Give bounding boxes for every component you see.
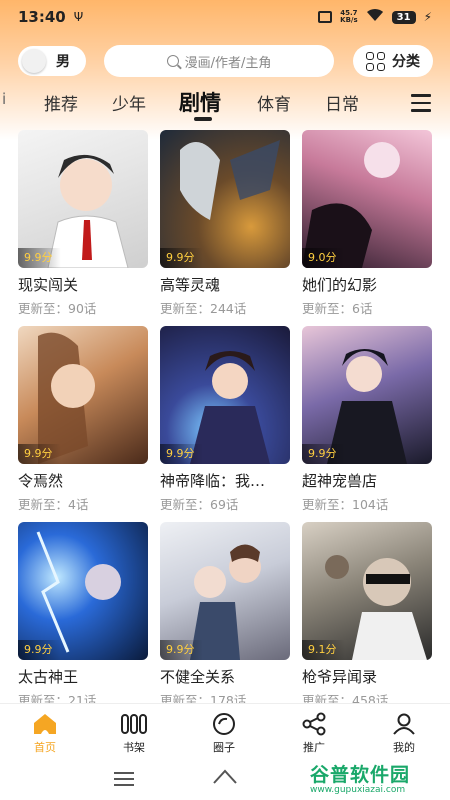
status-bar: 13:40 Ψ 45.7 KB/s 31 ⚡ (0, 0, 450, 34)
comic-update: 更新至：90话 (18, 301, 97, 316)
comic-update: 更新至：244话 (160, 301, 247, 316)
nav-home[interactable]: 首页 (15, 711, 75, 755)
comic-title[interactable]: 不健全关系 (160, 666, 290, 687)
comic-card[interactable]: 9.9分 现实闯关 更新至：90话 (18, 130, 148, 317)
home-icon (15, 711, 75, 737)
comic-title[interactable]: 枪爷异闻录 (302, 666, 432, 687)
comic-card[interactable]: 9.1分 枪爷异闻录 更新至：458话 (302, 522, 432, 709)
comic-card[interactable]: 9.9分 不健全关系 更新至：178话 (160, 522, 290, 709)
nav-circle-label: 圈子 (213, 741, 235, 754)
comic-cover[interactable]: 9.9分 (18, 326, 148, 464)
comic-card[interactable]: 9.9分 超神宠兽店 更新至：104话 (302, 326, 432, 513)
comic-update: 更新至：4话 (18, 497, 89, 512)
comic-cover[interactable]: 9.9分 (160, 522, 290, 660)
tab-drama[interactable]: 剧情 (179, 87, 221, 117)
charging-icon: ⚡ (423, 10, 432, 24)
grid-icon (366, 51, 385, 71)
comic-card[interactable]: 9.9分 令焉然 更新至：4话 (18, 326, 148, 513)
score-badge: 9.9分 (160, 248, 203, 268)
nav-circle[interactable]: 圈子 (194, 711, 254, 755)
comic-cover[interactable]: 9.0分 (302, 130, 432, 268)
nav-home-label: 首页 (34, 741, 56, 754)
category-button[interactable]: 分类 (353, 45, 433, 77)
comic-cover[interactable]: 9.9分 (18, 130, 148, 268)
score-badge: 9.9分 (160, 640, 203, 660)
watermark-sub: www.gupuxiazai.com (310, 785, 406, 795)
profile-icon (374, 711, 434, 737)
active-tab-indicator (194, 117, 212, 121)
comic-card[interactable]: 9.9分 太古神王 更新至：21话 (18, 522, 148, 709)
comic-update: 更新至：6话 (302, 301, 373, 316)
score-badge: 9.9分 (160, 444, 203, 464)
nav-bookshelf-label: 书架 (123, 741, 145, 754)
nav-promote[interactable]: 推广 (284, 711, 344, 755)
score-badge: 9.9分 (18, 640, 61, 660)
score-badge: 9.0分 (302, 248, 345, 268)
comic-update: 更新至：69话 (160, 497, 239, 512)
comic-title[interactable]: 令焉然 (18, 470, 148, 491)
score-badge: 9.9分 (18, 248, 61, 268)
battery-icon: 31 (391, 10, 416, 24)
net-speed: 45.7 KB/s (340, 10, 357, 24)
header: 男 漫画/作者/主角 分类 (0, 44, 450, 78)
tab-daily[interactable]: 日常 (325, 90, 359, 115)
comic-card[interactable]: 9.0分 她们的幻影 更新至：6话 (302, 130, 432, 317)
system-menu-icon[interactable] (114, 772, 134, 790)
comic-cover[interactable]: 9.1分 (302, 522, 432, 660)
comic-cover[interactable]: 9.9分 (160, 130, 290, 268)
search-placeholder: 漫画/作者/主角 (184, 55, 272, 71)
tab-youth[interactable]: 少年 (112, 90, 146, 115)
tab-recommend[interactable]: 推荐 (44, 90, 78, 115)
circle-icon (194, 711, 254, 737)
category-label: 分类 (392, 54, 420, 70)
wifi-icon (366, 8, 384, 26)
tab-sports[interactable]: 体育 (257, 90, 291, 115)
net-speed-unit: KB/s (340, 16, 358, 24)
comic-cover[interactable]: 9.9分 (302, 326, 432, 464)
comic-title[interactable]: 太古神王 (18, 666, 148, 687)
gender-label: 男 (56, 54, 70, 70)
comic-card[interactable]: 9.9分 神帝降临：我… 更新至：69话 (160, 326, 290, 513)
gender-toggle[interactable]: 男 (18, 46, 86, 76)
watermark: 谷普软件园 www.gupuxiazai.com (310, 760, 450, 800)
bookshelf-icon (104, 711, 164, 737)
watermark-main: 谷普软件园 (310, 764, 411, 786)
search-icon (166, 55, 179, 67)
comic-title[interactable]: 超神宠兽店 (302, 470, 432, 491)
menu-icon[interactable] (411, 94, 431, 117)
comic-title[interactable]: 神帝降临：我… (160, 470, 290, 491)
comic-title[interactable]: 高等灵魂 (160, 274, 290, 295)
share-icon (284, 711, 344, 737)
comic-cover[interactable]: 9.9分 (18, 522, 148, 660)
nav-profile-label: 我的 (393, 741, 415, 754)
score-badge: 9.9分 (18, 444, 61, 464)
status-time: 13:40 (18, 8, 66, 26)
nav-profile[interactable]: 我的 (374, 711, 434, 755)
search-input[interactable]: 漫画/作者/主角 (104, 45, 334, 77)
system-home-icon[interactable] (212, 767, 238, 791)
comic-cover[interactable]: 9.9分 (160, 326, 290, 464)
nav-bookshelf[interactable]: 书架 (104, 711, 164, 755)
bottom-nav: 首页 书架 圈子 推广 我的 (0, 703, 450, 759)
comic-update: 更新至：104话 (302, 497, 389, 512)
nav-promote-label: 推广 (303, 741, 325, 754)
tab-partial-left[interactable]: i (2, 90, 6, 108)
usb-icon: Ψ (73, 10, 84, 24)
comic-title[interactable]: 现实闯关 (18, 274, 148, 295)
category-tabs: i 推荐 少年 剧情 体育 日常 (0, 86, 450, 122)
comic-title[interactable]: 她们的幻影 (302, 274, 432, 295)
score-badge: 9.9分 (302, 444, 345, 464)
vibrate-icon (318, 11, 333, 23)
toggle-knob (22, 49, 46, 73)
comic-card[interactable]: 9.9分 高等灵魂 更新至：244话 (160, 130, 290, 317)
score-badge: 9.1分 (302, 640, 345, 660)
